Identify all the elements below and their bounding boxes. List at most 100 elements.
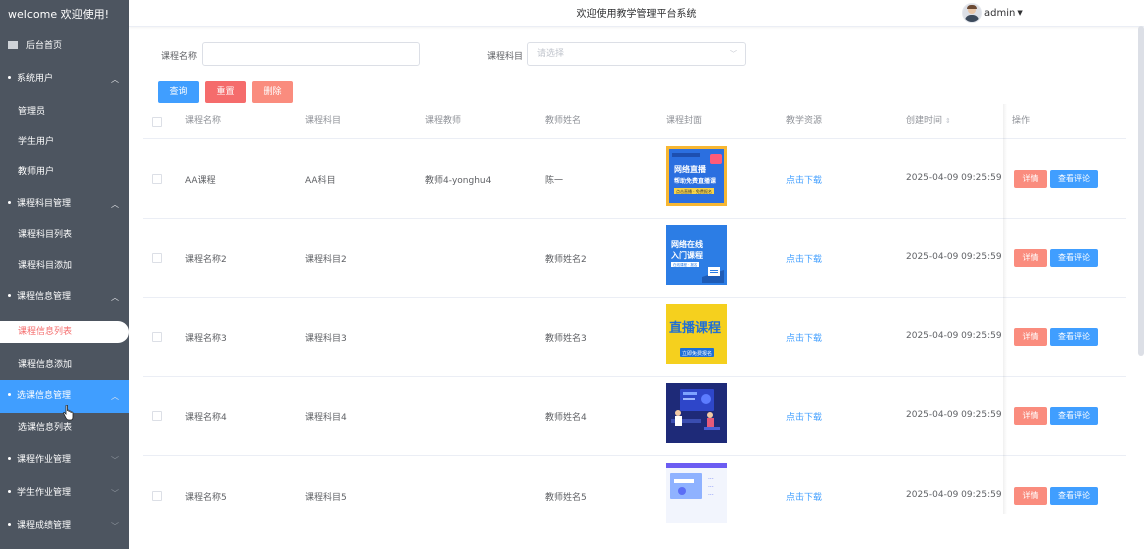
cell-teacher-name: 陈一 bbox=[545, 175, 564, 186]
sidebar-item[interactable]: 系统用户 ︿ bbox=[0, 64, 129, 95]
select-all-checkbox[interactable] bbox=[152, 117, 162, 127]
view-reviews-button[interactable]: 查看评论 bbox=[1050, 327, 1098, 346]
column-header: 课程封面 bbox=[666, 116, 703, 126]
cell-subject: 课程科目5 bbox=[305, 492, 347, 503]
divider bbox=[143, 376, 1126, 377]
reset-button[interactable]: 重置 bbox=[205, 81, 246, 103]
bullet-icon bbox=[8, 523, 11, 526]
course-cover-image: 网络直播 帮助免费直播课 点击直播 · 免费报名 bbox=[666, 146, 727, 206]
sidebar-item[interactable]: 管理员 bbox=[0, 97, 129, 128]
sidebar-item[interactable]: 课程作业管理 ﹀ bbox=[0, 445, 129, 476]
sidebar-item[interactable]: 课程信息添加 bbox=[0, 350, 129, 381]
sidebar-item-label: 课程科目列表 bbox=[18, 230, 73, 240]
svg-text:点击直播 · 免费报名: 点击直播 · 免费报名 bbox=[676, 188, 712, 194]
home-icon bbox=[8, 40, 18, 49]
sidebar-item[interactable]: 课程信息列表 bbox=[0, 321, 129, 343]
fixed-column-shadow bbox=[1003, 104, 1007, 514]
sidebar-item-label: 课程信息管理 bbox=[17, 292, 72, 302]
cell-name: 课程名称2 bbox=[185, 254, 227, 265]
divider bbox=[143, 218, 1126, 219]
download-link[interactable]: 点击下载 bbox=[786, 173, 822, 186]
detail-button[interactable]: 详情 bbox=[1014, 248, 1047, 267]
sidebar-item[interactable]: 学生用户 bbox=[0, 127, 129, 158]
sidebar-item[interactable]: 课程信息管理 ︿ bbox=[0, 282, 129, 313]
course-subject-select[interactable]: 请选择 ﹀ bbox=[527, 42, 746, 66]
row-checkbox[interactable] bbox=[152, 173, 162, 184]
delete-button[interactable]: 删除 bbox=[252, 81, 293, 103]
course-cover-image: 网络在线 入门课程 在线课程 · 报名 bbox=[666, 225, 727, 285]
detail-button[interactable]: 详情 bbox=[1014, 169, 1047, 188]
cell-created: 2025-04-09 09:25:59 bbox=[906, 489, 1002, 500]
view-reviews-button[interactable]: 查看评论 bbox=[1050, 248, 1098, 267]
sidebar-item-label: 课程成绩管理 bbox=[17, 521, 72, 531]
cell-name: 课程名称3 bbox=[185, 333, 227, 344]
sidebar-item-label: 课程科目管理 bbox=[17, 199, 72, 209]
sidebar-item[interactable]: 学生作业管理 ﹀ bbox=[0, 478, 129, 509]
chevron-up-icon: ︿ bbox=[111, 75, 119, 84]
bullet-icon bbox=[8, 490, 11, 493]
sidebar-item-label: 后台首页 bbox=[26, 41, 63, 51]
svg-text:···: ··· bbox=[708, 492, 714, 499]
column-header-created-time[interactable]: 创建时间 ⇕ bbox=[906, 104, 951, 138]
row-checkbox[interactable] bbox=[152, 252, 162, 263]
query-button[interactable]: 查询 bbox=[158, 81, 199, 103]
row-checkbox[interactable] bbox=[152, 331, 162, 342]
detail-button[interactable]: 详情 bbox=[1014, 406, 1047, 425]
top-header: 欢迎使用教学管理平台系统 admin ▼ bbox=[129, 0, 1144, 27]
sidebar-item-label: 课程作业管理 bbox=[17, 455, 72, 465]
sidebar-item[interactable]: 课程科目添加 bbox=[0, 251, 129, 282]
course-cover-image: 直播课程 立即免费报名 bbox=[666, 304, 727, 364]
column-header: 课程科目 bbox=[305, 116, 342, 126]
sidebar-item[interactable]: 教师用户 bbox=[0, 157, 129, 188]
detail-button[interactable]: 详情 bbox=[1014, 486, 1047, 505]
svg-text:帮助免费直播课: 帮助免费直播课 bbox=[674, 177, 717, 185]
chevron-up-icon: ︿ bbox=[111, 392, 119, 401]
bullet-icon bbox=[8, 201, 11, 204]
sidebar-item-label: 选课信息列表 bbox=[18, 423, 73, 433]
username: admin bbox=[984, 7, 1016, 19]
user-menu[interactable]: admin ▼ bbox=[962, 2, 1023, 24]
cell-subject: AA科目 bbox=[305, 175, 336, 186]
course-name-input[interactable] bbox=[202, 42, 420, 66]
cell-subject: 课程科目3 bbox=[305, 333, 347, 344]
chevron-down-icon: ﹀ bbox=[111, 522, 119, 531]
sidebar-item-label: 管理员 bbox=[18, 107, 46, 117]
svg-text:在线课程 · 报名: 在线课程 · 报名 bbox=[673, 262, 697, 267]
caret-down-icon: ▼ bbox=[1017, 9, 1023, 17]
view-reviews-button[interactable]: 查看评论 bbox=[1050, 406, 1098, 425]
row-checkbox[interactable] bbox=[152, 410, 162, 421]
sort-icon[interactable]: ⇕ bbox=[945, 117, 951, 125]
sidebar-item-label: 课程信息列表 bbox=[18, 327, 73, 337]
cell-created: 2025-04-09 09:25:59 bbox=[906, 251, 1002, 262]
view-reviews-button[interactable]: 查看评论 bbox=[1050, 486, 1098, 505]
bullet-icon bbox=[8, 393, 11, 396]
svg-text:直播课程: 直播课程 bbox=[669, 320, 721, 336]
download-link[interactable]: 点击下载 bbox=[786, 331, 822, 344]
download-link[interactable]: 点击下载 bbox=[786, 252, 822, 265]
sidebar-item[interactable]: 课程科目列表 bbox=[0, 220, 129, 251]
sidebar-item-label: 教师用户 bbox=[18, 167, 55, 177]
bullet-icon bbox=[8, 294, 11, 297]
svg-text:网络在线: 网络在线 bbox=[671, 239, 703, 249]
hand-pointer-icon bbox=[63, 405, 74, 421]
avatar bbox=[962, 3, 982, 23]
bullet-icon bbox=[8, 457, 11, 460]
download-link[interactable]: 点击下载 bbox=[786, 490, 822, 503]
svg-text:立即免费报名: 立即免费报名 bbox=[682, 350, 712, 357]
row-checkbox[interactable] bbox=[152, 490, 162, 501]
cell-teacher-name: 教师姓名4 bbox=[545, 412, 587, 423]
cell-name: 课程名称5 bbox=[185, 492, 227, 503]
svg-text:···: ··· bbox=[708, 476, 714, 483]
cell-name: AA课程 bbox=[185, 175, 216, 186]
detail-button[interactable]: 详情 bbox=[1014, 327, 1047, 346]
download-link[interactable]: 点击下载 bbox=[786, 410, 822, 423]
select-placeholder: 请选择 bbox=[537, 49, 565, 59]
sidebar-item[interactable]: 课程科目管理 ︿ bbox=[0, 189, 129, 220]
cell-teacher-name: 教师姓名5 bbox=[545, 492, 587, 503]
view-reviews-button[interactable]: 查看评论 bbox=[1050, 169, 1098, 188]
sidebar-item-label: 选课信息管理 bbox=[17, 391, 72, 401]
scrollbar[interactable] bbox=[1138, 26, 1144, 356]
sidebar-item-home[interactable]: 后台首页 bbox=[0, 31, 129, 62]
sidebar-item[interactable]: 课程成绩管理 ﹀ bbox=[0, 511, 129, 542]
svg-text:网络直播: 网络直播 bbox=[674, 164, 707, 174]
